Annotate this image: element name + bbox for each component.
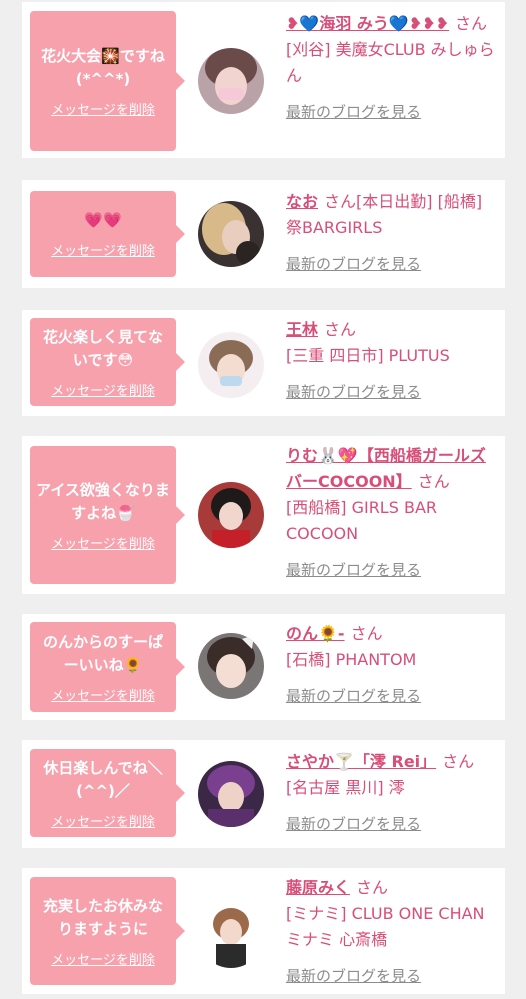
shop-info: [ミナミ] CLUB ONE CHAN ミナミ 心斎橋 xyxy=(286,904,485,949)
sender-info: 藤原みく さん [ミナミ] CLUB ONE CHAN ミナミ 心斎橋 最新のブロ… xyxy=(286,875,496,989)
message-text: アイス欲強くなりますよね🍧 xyxy=(36,480,170,522)
sender-name-link[interactable]: 王林 xyxy=(286,320,318,339)
honorific: さん xyxy=(417,472,450,491)
sender-info: 王林 さん [三重 四日市] PLUTUS 最新のブログを見る xyxy=(286,317,496,405)
latest-blog-link[interactable]: 最新のブログを見る xyxy=(286,683,421,709)
message-bubble: 花火楽しく見てないです😳 メッセージを削除 xyxy=(30,318,185,406)
message-text: 💗💗 xyxy=(84,211,122,229)
delete-message-link[interactable]: メッセージを削除 xyxy=(51,949,155,968)
sender-name-link[interactable]: りむ🐰💖【西船橋ガールズバーCOCOON】 xyxy=(286,446,486,491)
latest-blog-link[interactable]: 最新のブログを見る xyxy=(286,557,421,583)
message-card: 花火大会🎇ですね(*^^*) メッセージを削除 ❥💙海羽 みう💙❥❥❥ さん [刈… xyxy=(22,2,505,158)
latest-blog-link[interactable]: 最新のブログを見る xyxy=(286,99,421,125)
message-bubble: のんからのすーぱーいいね🌻 メッセージを削除 xyxy=(30,622,185,712)
message-card: 休日楽しんでね＼(^^)／ メッセージを削除 さやか🍸「澪 Rei」 さん [名古… xyxy=(22,740,505,848)
latest-blog-link[interactable]: 最新のブログを見る xyxy=(286,251,421,277)
honorific: さん xyxy=(455,14,488,33)
shop-info: [名古屋 黒川] 澪 xyxy=(286,778,405,797)
avatar[interactable] xyxy=(198,332,264,398)
message-text: 花火大会🎇ですね(*^^*) xyxy=(41,46,165,88)
message-card: 💗💗 メッセージを削除 なお さん[本日出勤] [船橋] 祭BARGIRLS 最新… xyxy=(22,180,505,288)
avatar[interactable] xyxy=(198,902,264,968)
avatar[interactable] xyxy=(198,633,264,699)
sender-info: さやか🍸「澪 Rei」 さん [名古屋 黒川] 澪 最新のブログを見る xyxy=(286,749,496,837)
message-text: 休日楽しんでね＼(^^)／ xyxy=(43,758,163,800)
delete-message-link[interactable]: メッセージを削除 xyxy=(51,685,155,704)
message-bubble: 花火大会🎇ですね(*^^*) メッセージを削除 xyxy=(30,11,185,151)
shop-info: [三重 四日市] PLUTUS xyxy=(286,346,450,365)
delete-message-link[interactable]: メッセージを削除 xyxy=(51,99,155,118)
latest-blog-link[interactable]: 最新のブログを見る xyxy=(286,811,421,837)
avatar[interactable] xyxy=(198,201,264,267)
message-card: 花火楽しく見てないです😳 メッセージを削除 王林 さん [三重 四日市] PLUT… xyxy=(22,310,505,416)
honorific: さん xyxy=(356,878,389,897)
latest-blog-link[interactable]: 最新のブログを見る xyxy=(286,963,421,989)
message-bubble: 充実したお休みなりますように メッセージを削除 xyxy=(30,877,185,985)
sender-name-link[interactable]: なお xyxy=(286,192,318,211)
honorific: さん xyxy=(350,624,383,643)
message-bubble: アイス欲強くなりますよね🍧 メッセージを削除 xyxy=(30,446,185,584)
honorific: さん xyxy=(324,320,357,339)
message-card: のんからのすーぱーいいね🌻 メッセージを削除 のん🌻‐ さん [石橋] PHANT… xyxy=(22,614,505,720)
message-text: 花火楽しく見てないです😳 xyxy=(42,327,163,369)
delete-message-link[interactable]: メッセージを削除 xyxy=(51,811,155,830)
sender-info: りむ🐰💖【西船橋ガールズバーCOCOON】 さん [西船橋] GIRLS BAR … xyxy=(286,443,496,583)
latest-blog-link[interactable]: 最新のブログを見る xyxy=(286,379,421,405)
message-bubble: 💗💗 メッセージを削除 xyxy=(30,191,185,277)
delete-message-link[interactable]: メッセージを削除 xyxy=(51,240,155,259)
sender-info: のん🌻‐ さん [石橋] PHANTOM 最新のブログを見る xyxy=(286,621,496,709)
shop-info: [刈谷] 美魔女CLUB みしゅらん xyxy=(286,40,495,85)
honorific: さん xyxy=(442,752,475,771)
message-text: のんからのすーぱーいいね🌻 xyxy=(42,632,163,674)
sender-name-link[interactable]: 藤原みく xyxy=(286,878,350,897)
avatar[interactable] xyxy=(198,48,264,114)
message-bubble: 休日楽しんでね＼(^^)／ メッセージを削除 xyxy=(30,749,185,837)
shop-info: [西船橋] GIRLS BAR COCOON xyxy=(286,498,438,543)
message-text: 充実したお休みなりますように xyxy=(42,896,163,938)
message-card: アイス欲強くなりますよね🍧 メッセージを削除 りむ🐰💖【西船橋ガールズバーCOC… xyxy=(22,436,505,594)
shop-info: [石橋] PHANTOM xyxy=(286,650,417,669)
honorific: さん xyxy=(324,192,357,211)
sender-info: ❥💙海羽 みう💙❥❥❥ さん [刈谷] 美魔女CLUB みしゅらん 最新のブログを… xyxy=(286,11,496,125)
delete-message-link[interactable]: メッセージを削除 xyxy=(51,533,155,552)
delete-message-link[interactable]: メッセージを削除 xyxy=(51,380,155,399)
avatar[interactable] xyxy=(198,482,264,548)
sender-name-link[interactable]: のん🌻‐ xyxy=(286,624,345,643)
sender-name-link[interactable]: さやか🍸「澪 Rei」 xyxy=(286,752,436,771)
message-card: 充実したお休みなりますように メッセージを削除 藤原みく さん [ミナミ] CLU… xyxy=(22,868,505,994)
sender-name-link[interactable]: ❥💙海羽 みう💙❥❥❥ xyxy=(286,14,449,33)
avatar[interactable] xyxy=(198,761,264,827)
sender-info: なお さん[本日出勤] [船橋] 祭BARGIRLS 最新のブログを見る xyxy=(286,189,496,277)
